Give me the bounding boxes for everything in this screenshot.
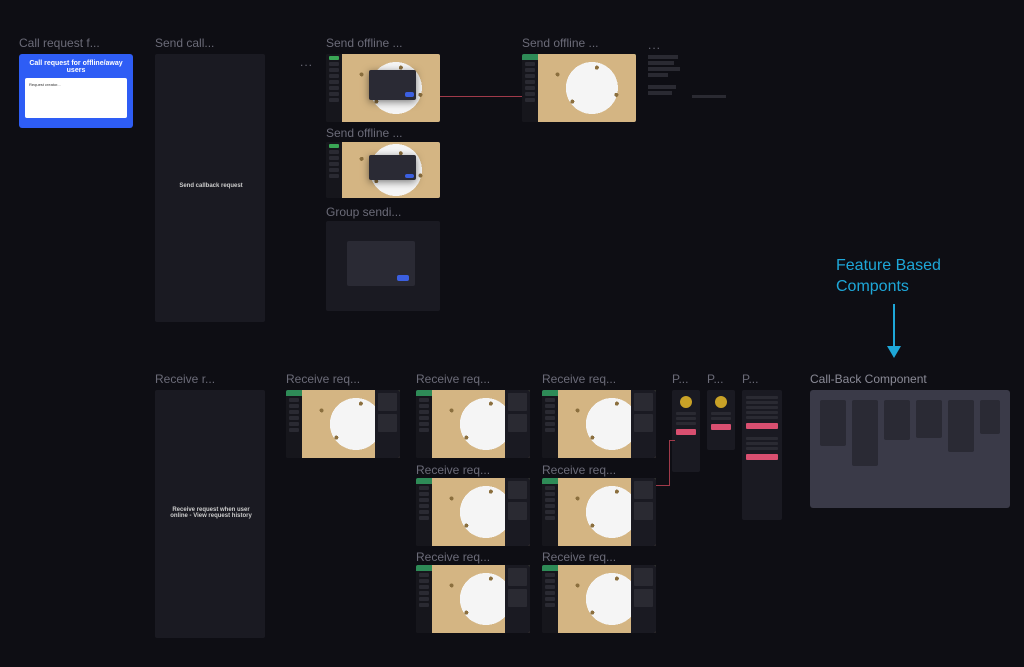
frame-label-group-sending[interactable]: Group sendi... [326,205,434,219]
card-call-request[interactable]: Call request for offline/away users Requ… [19,54,133,128]
mock-send-offline-c[interactable] [522,54,636,122]
frame-label-send-offline-a[interactable]: Send offline ... [326,36,434,50]
frame-label-send-call[interactable]: Send call... [155,36,263,50]
mock-req-g[interactable] [542,565,656,633]
receive-body-text: Receive request when user online - View … [166,507,256,519]
arrow-down-icon [882,302,906,360]
connector-line-2 [656,485,670,486]
frame-label-component[interactable]: Call-Back Component [810,372,990,386]
frame-label-req-c[interactable]: Receive req... [542,372,650,386]
panel-b[interactable] [707,390,735,450]
mock-send-offline-a[interactable] [326,54,440,122]
frame-label-req-b[interactable]: Receive req... [416,372,524,386]
frame-label-req-f[interactable]: Receive req... [416,550,524,564]
misc-tiny-labels-2 [692,95,732,100]
mock-req-b[interactable] [416,390,530,458]
frame-label-receive[interactable]: Receive r... [155,372,263,386]
card-body: Request creator... [25,78,127,118]
frame-label-call-request[interactable]: Call request f... [19,36,129,50]
frame-label-req-e[interactable]: Receive req... [542,463,650,477]
connector-line [440,96,522,97]
misc-tiny-labels [648,55,688,97]
callback-component-frame[interactable] [810,390,1010,508]
frame-label-send-offline-b[interactable]: Send offline ... [326,126,434,140]
send-callback-text: Send callback request [166,183,256,189]
frame-label-panel-b[interactable]: P... [707,372,731,386]
card-title: Call request for offline/away users [25,60,127,74]
more-dots-icon-2[interactable]: ... [648,38,661,52]
panel-c[interactable] [742,390,782,520]
frame-label-panel-a[interactable]: P... [672,372,696,386]
panel-a[interactable] [672,390,700,472]
annotation-line2: Componts [836,278,909,296]
connector-line-3 [669,440,670,486]
frame-label-panel-c[interactable]: P... [742,372,766,386]
mock-req-a[interactable] [286,390,400,458]
mock-req-d[interactable] [416,478,530,546]
mock-send-offline-b[interactable] [326,142,440,198]
annotation-line1: Feature Based [836,257,941,275]
frame-label-send-offline-c[interactable]: Send offline ... [522,36,630,50]
mock-req-c[interactable] [542,390,656,458]
mock-req-f[interactable] [416,565,530,633]
more-dots-icon[interactable]: ... [300,55,313,69]
frame-label-req-d[interactable]: Receive req... [416,463,524,477]
frame-label-req-g[interactable]: Receive req... [542,550,650,564]
frame-label-req-a[interactable]: Receive req... [286,372,394,386]
mock-group-sending[interactable] [326,221,440,311]
connector-line-4 [669,440,675,441]
mock-req-e[interactable] [542,478,656,546]
